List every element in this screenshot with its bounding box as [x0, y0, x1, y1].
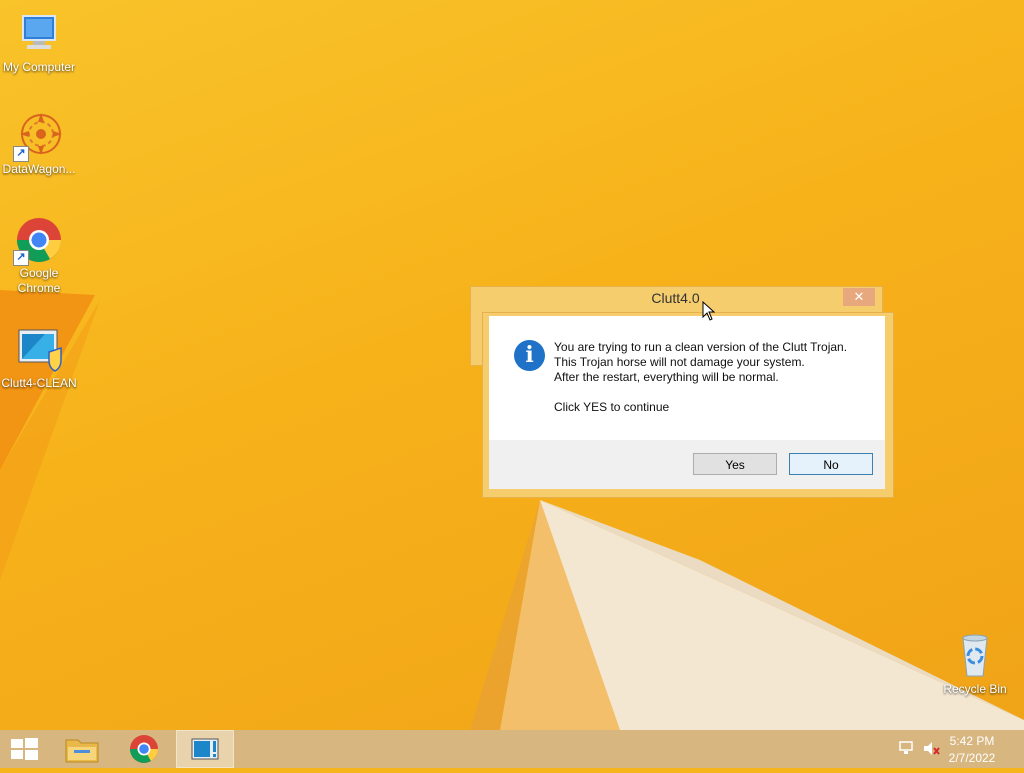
clutt-app-icon	[191, 738, 219, 760]
taskbar-chrome[interactable]	[116, 730, 172, 768]
dialog-message-line: After the restart, everything will be no…	[554, 370, 779, 384]
mouse-cursor-icon	[702, 301, 716, 321]
recycle-bin-icon	[951, 632, 999, 680]
desktop-icon-datawagon[interactable]: ↗ DataWagon...	[0, 112, 78, 177]
desktop-icon-label: DataWagon...	[2, 162, 76, 176]
dialog-message-line: This Trojan horse will not damage your s…	[554, 355, 805, 369]
clock-date[interactable]: 2/7/2022	[942, 751, 1002, 765]
desktop-icon-label: Recycle Bin	[943, 682, 1007, 696]
shortcut-arrow-icon: ↗	[13, 146, 29, 162]
dialog-close-button[interactable]: ✕	[843, 288, 875, 306]
start-button[interactable]	[0, 730, 56, 768]
desktop-icon-clutt4-clean[interactable]: Clutt4-CLEAN	[0, 326, 78, 391]
desktop-icon-label: My Computer	[2, 60, 76, 74]
clock-time[interactable]: 5:42 PM	[942, 734, 1002, 748]
file-explorer-icon	[65, 739, 99, 763]
clutt-app-icon	[15, 326, 63, 374]
desktop-icon-google-chrome[interactable]: ↗ Google Chrome	[0, 216, 78, 296]
dialog-message-line: You are trying to run a clean version of…	[554, 340, 848, 354]
info-icon: i	[514, 340, 545, 371]
desktop-icon-label: Google Chrome	[17, 266, 61, 295]
network-icon[interactable]	[898, 740, 916, 756]
taskbar-clutt-app[interactable]	[176, 730, 234, 768]
desktop-icon-recycle-bin[interactable]: Recycle Bin	[936, 632, 1014, 697]
shortcut-arrow-icon: ↗	[13, 250, 29, 266]
dialog-title: Clutt4.0	[651, 290, 700, 306]
start-icon	[11, 738, 38, 760]
dialog-message-line: Click YES to continue	[554, 400, 670, 414]
chrome-icon: ↗	[13, 216, 63, 266]
speaker-muted-icon[interactable]	[922, 740, 940, 758]
computer-icon	[15, 10, 63, 58]
taskbar-file-explorer[interactable]	[54, 730, 110, 768]
desktop-icon-label: Clutt4-CLEAN	[1, 376, 77, 390]
desktop-icon-my-computer[interactable]: My Computer	[0, 10, 78, 75]
no-button[interactable]: No	[789, 453, 873, 475]
chrome-icon	[130, 735, 158, 763]
yes-button[interactable]: Yes	[693, 453, 777, 475]
datawagon-icon: ↗	[13, 112, 63, 162]
